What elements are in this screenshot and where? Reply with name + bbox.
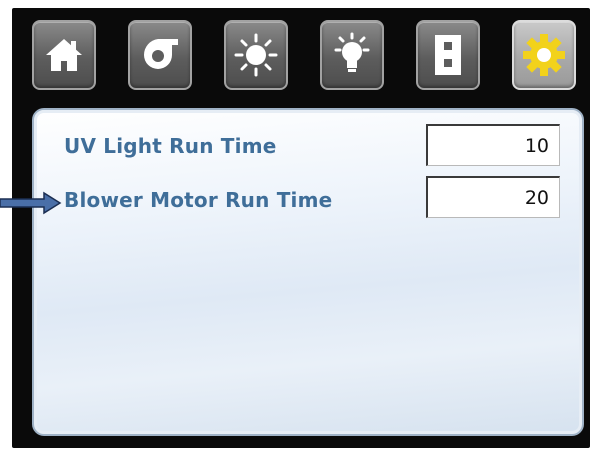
settings-panel: UV Light Run Time 10 Blower Motor Run Ti… [32,108,584,436]
home-button[interactable] [32,20,96,90]
blower-button[interactable] [128,20,192,90]
pointer-arrow-icon [0,191,62,215]
blower-motor-run-time-label: Blower Motor Run Time [64,188,333,212]
light-bulb-icon [334,32,370,72]
uv-light-run-time-field[interactable]: 10 [426,124,560,166]
switch-icon [435,35,461,75]
gear-icon [523,34,565,76]
blower-motor-run-time-field[interactable]: 20 [426,176,560,218]
top-toolbar [12,8,590,106]
uv-light-button[interactable] [224,20,288,90]
blower-icon [143,39,178,69]
hmi-screen: UV Light Run Time 10 Blower Motor Run Ti… [12,8,590,448]
uv-light-run-time-label: UV Light Run Time [64,134,277,158]
switch-button[interactable] [416,20,480,90]
light-bulb-button[interactable] [320,20,384,90]
uv-light-icon [234,33,278,77]
home-icon [46,39,82,71]
settings-button[interactable] [512,20,576,90]
